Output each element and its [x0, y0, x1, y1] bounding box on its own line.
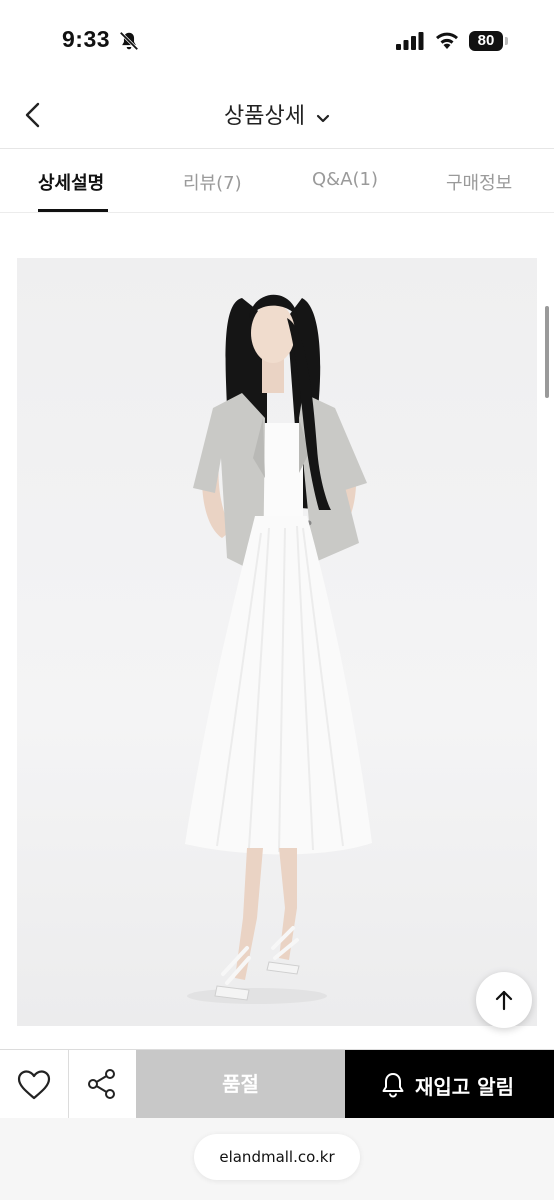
wishlist-button[interactable]	[0, 1050, 69, 1119]
model-illustration	[185, 294, 372, 1004]
restock-alert-label: 재입고 알림	[415, 1075, 514, 1099]
bottom-action-bar: 품절 재입고 알림	[0, 1049, 554, 1119]
page-scrollbar[interactable]	[545, 306, 549, 398]
status-time: 9:33	[62, 26, 111, 52]
tab-reviews[interactable]: 리뷰(7)	[183, 169, 242, 195]
tab-qna[interactable]: Q&A(1)	[312, 169, 378, 190]
tab-description[interactable]: 상세설명	[38, 169, 104, 195]
page-header: 상품상세	[0, 80, 554, 149]
restock-alert-button[interactable]: 재입고 알림	[345, 1050, 554, 1119]
tab-purchase-info[interactable]: 구매정보	[446, 169, 512, 195]
browser-url-bar: elandmall.co.kr	[0, 1118, 554, 1200]
arrow-up-icon	[495, 990, 513, 1011]
share-icon	[88, 1069, 115, 1099]
status-bar: 9:33 80	[0, 0, 554, 80]
detail-tabs: 상세설명 리뷰(7) Q&A(1) 구매정보	[0, 149, 554, 213]
url-pill[interactable]: elandmall.co.kr	[194, 1134, 360, 1180]
wifi-icon	[436, 32, 458, 49]
cellular-signal-icon	[396, 32, 424, 50]
bell-icon	[382, 1073, 404, 1098]
scroll-to-top-button[interactable]	[476, 972, 532, 1028]
page-title-dropdown[interactable]: 상품상세	[0, 98, 554, 130]
heart-icon	[17, 1070, 51, 1100]
chevron-down-icon	[316, 114, 330, 122]
battery-tip	[505, 37, 508, 45]
share-button[interactable]	[69, 1050, 137, 1119]
active-tab-indicator	[38, 209, 108, 212]
battery-indicator: 80	[469, 31, 503, 51]
page-title: 상품상세	[223, 104, 305, 129]
soldout-button[interactable]: 품절	[136, 1050, 345, 1119]
bell-muted-icon	[119, 31, 139, 51]
product-image	[17, 258, 537, 1026]
